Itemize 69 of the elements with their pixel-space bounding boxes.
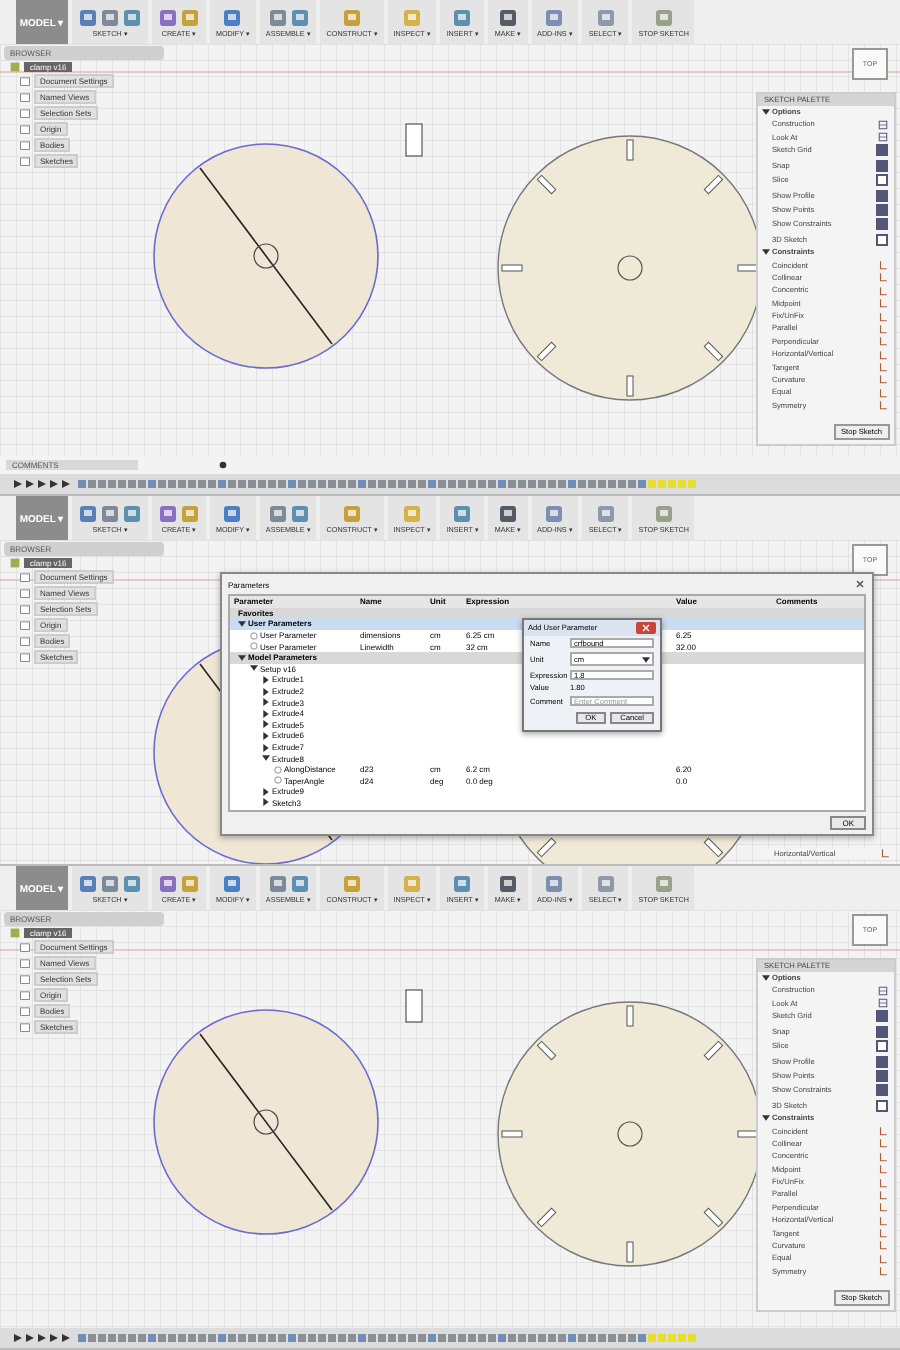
expander-icon[interactable] — [262, 675, 270, 684]
checkbox[interactable] — [876, 1025, 888, 1038]
tool-icon — [544, 7, 565, 27]
tool-icon — [653, 7, 674, 27]
close-icon[interactable] — [854, 578, 866, 590]
expander-icon[interactable] — [262, 698, 270, 707]
checkbox[interactable] — [876, 1069, 888, 1082]
tool-icon — [452, 873, 473, 893]
tool-icon — [267, 7, 288, 27]
tool-icon — [497, 503, 518, 523]
checkbox[interactable] — [876, 233, 888, 246]
expander-icon[interactable] — [262, 720, 270, 729]
tool-icon — [653, 503, 674, 523]
expander-icon[interactable] — [262, 687, 270, 696]
expander-icon[interactable] — [250, 664, 258, 673]
checkbox[interactable] — [876, 1099, 888, 1112]
tool-icon — [452, 7, 473, 27]
checkbox[interactable] — [876, 1010, 888, 1023]
grid-icon[interactable] — [878, 119, 888, 130]
tool-icon — [595, 503, 616, 523]
checkbox[interactable] — [876, 159, 888, 172]
tool-icon — [595, 873, 616, 893]
grid-icon[interactable] — [878, 132, 888, 143]
expander-icon[interactable] — [262, 798, 270, 807]
expander-icon[interactable] — [262, 787, 270, 796]
checkbox[interactable] — [876, 203, 888, 216]
constraint-icon[interactable] — [880, 848, 890, 859]
checkbox[interactable] — [876, 1084, 888, 1097]
grid-icon[interactable] — [878, 985, 888, 996]
close-button[interactable] — [636, 622, 656, 634]
component-icon — [10, 558, 20, 568]
expander-icon[interactable] — [262, 743, 270, 752]
checkbox[interactable] — [876, 1055, 888, 1068]
checkbox[interactable] — [876, 144, 888, 157]
caret-icon — [642, 655, 650, 663]
tool-icon — [342, 7, 363, 27]
expander-icon[interactable] — [238, 653, 246, 662]
tool-icon — [222, 503, 243, 523]
dot-icon[interactable] — [218, 460, 228, 470]
checkbox[interactable] — [876, 174, 888, 187]
tool-icon — [595, 7, 616, 27]
tool-icon — [452, 503, 473, 523]
tool-icon — [653, 873, 674, 893]
checkbox[interactable] — [876, 189, 888, 202]
tool-icon — [497, 873, 518, 893]
tool-icon — [342, 873, 363, 893]
component-icon — [10, 62, 20, 72]
expander-icon[interactable] — [262, 731, 270, 740]
tool-icon — [267, 503, 288, 523]
tool-icon — [544, 503, 565, 523]
tool-icon — [222, 7, 243, 27]
tool-icon — [289, 873, 310, 893]
checkbox[interactable] — [876, 218, 888, 231]
grid-icon[interactable] — [878, 998, 888, 1009]
tool-icon — [402, 503, 423, 523]
expander-icon[interactable] — [262, 754, 270, 763]
tool-icon — [342, 503, 363, 523]
tool-icon — [222, 873, 243, 893]
tool-icon — [289, 503, 310, 523]
tool-icon — [402, 873, 423, 893]
expander-icon[interactable] — [262, 709, 270, 718]
expander-icon[interactable] — [238, 619, 246, 628]
tool-icon — [402, 7, 423, 27]
checkbox[interactable] — [876, 1040, 888, 1053]
tool-icon — [267, 873, 288, 893]
tool-icon — [497, 7, 518, 27]
tool-icon — [289, 7, 310, 27]
tool-icon — [544, 873, 565, 893]
component-icon — [10, 928, 20, 938]
